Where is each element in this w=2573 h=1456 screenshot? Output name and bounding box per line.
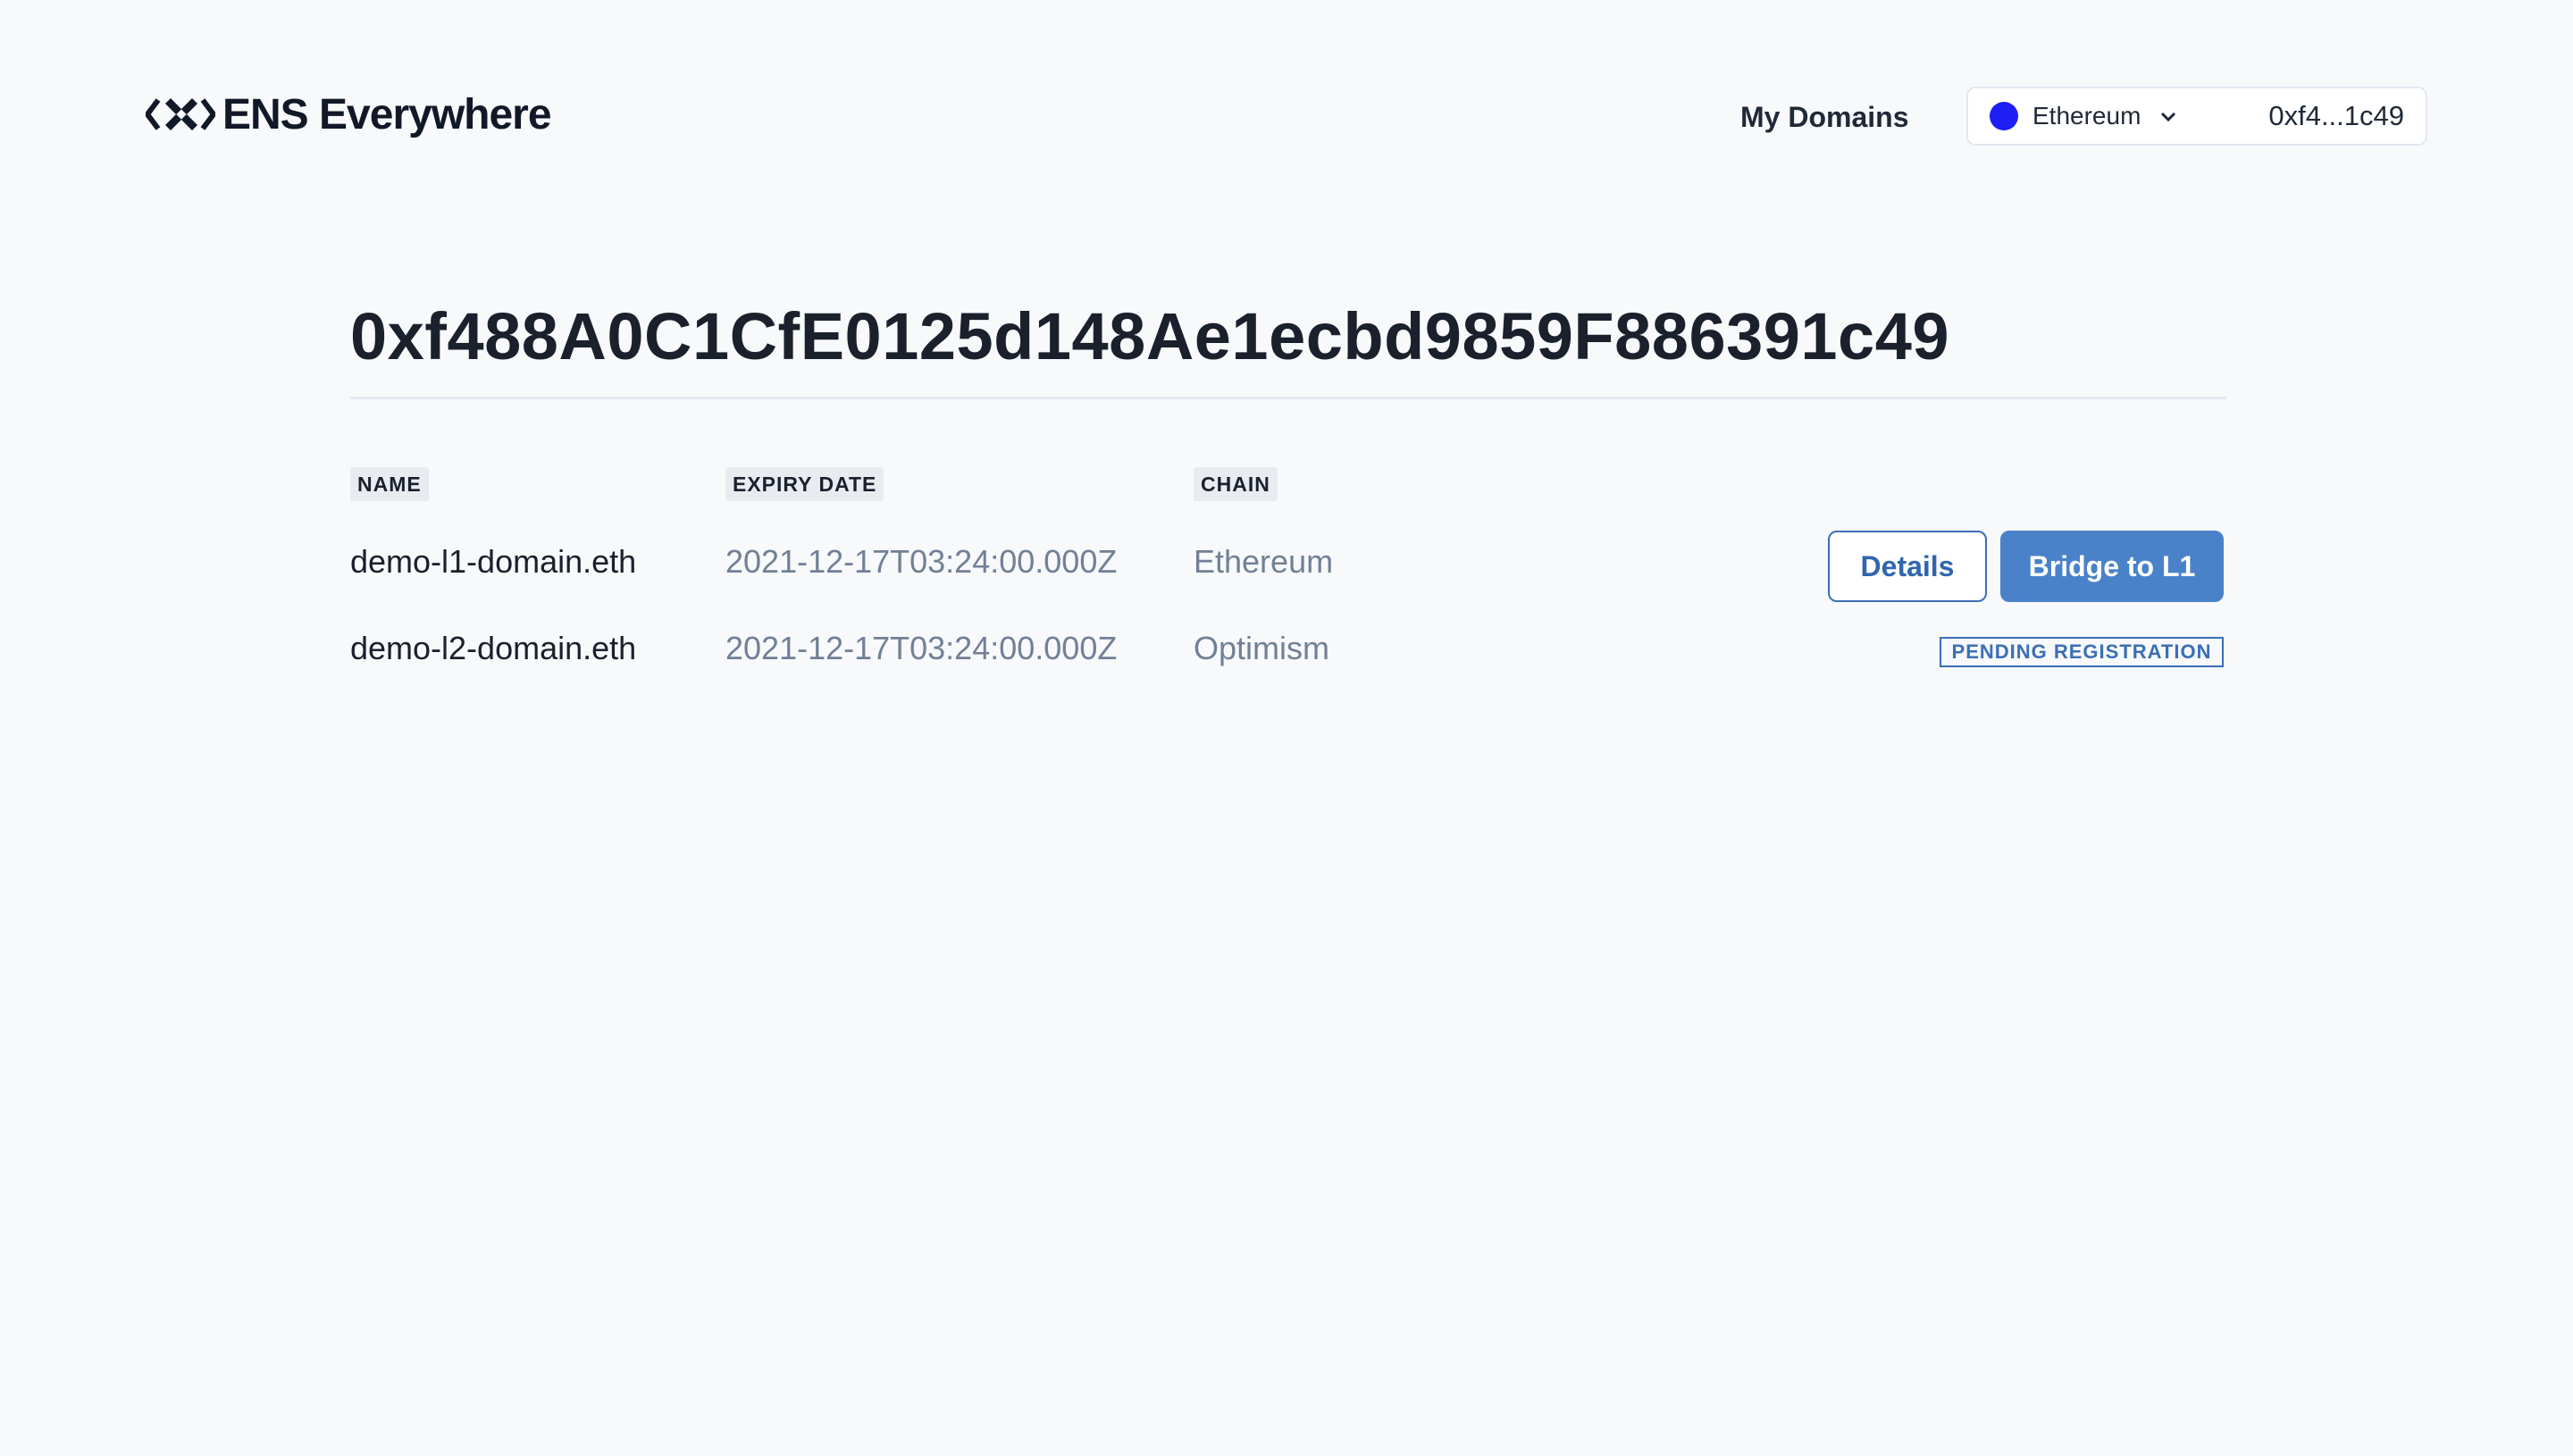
title-divider [350,397,2226,399]
column-header-chain: CHAIN [1194,467,1278,501]
chevron-down-icon [2161,112,2176,122]
status-badge: PENDING REGISTRATION [1940,637,2224,667]
network-dot-icon [1990,102,2018,130]
network-select[interactable]: Ethereum [1990,102,2178,130]
domain-name: demo-l2-domain.eth [350,630,637,666]
app-name: ENS Everywhere [222,90,552,138]
app-page: ENS Everywhere My Domains Ethereum 0xf4.… [0,0,2573,1456]
app-logo[interactable]: ENS Everywhere [146,88,552,141]
expiry-date: 2021-12-17T03:24:00.000Z [725,630,1118,666]
wallet-bar: Ethereum 0xf4...1c49 [1966,87,2427,146]
network-label: Ethereum [2032,102,2141,130]
chain-name: Optimism [1194,630,1329,666]
domain-name: demo-l1-domain.eth [350,543,637,580]
ens-logo-icon [146,98,215,130]
nav-my-domains[interactable]: My Domains [1740,96,1908,138]
expiry-date: 2021-12-17T03:24:00.000Z [725,543,1118,580]
details-button[interactable]: Details [1828,531,1987,602]
chain-name: Ethereum [1194,543,1334,580]
column-header-expiry: EXPIRY DATE [725,467,884,501]
bridge-to-l1-button[interactable]: Bridge to L1 [2000,531,2224,602]
wallet-address[interactable]: 0xf4...1c49 [2268,100,2404,132]
page-title-address: 0xf488A0C1CfE0125d148Ae1ecbd9859F886391c… [350,299,1950,373]
column-header-name: NAME [350,467,429,501]
